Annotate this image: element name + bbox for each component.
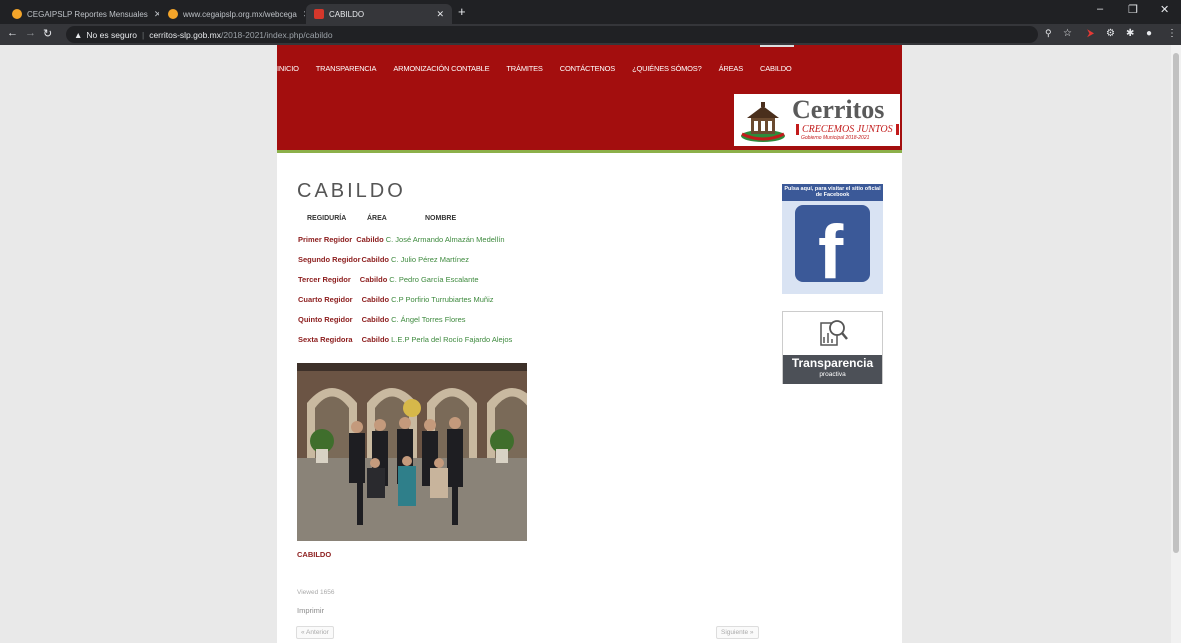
browser-tab-2[interactable]: www.cegaipslp.org.mx/webcega ✕ [160, 4, 305, 24]
account-icon[interactable]: ● [1146, 28, 1152, 39]
logo-slogan: CRECEMOS JUNTOS [796, 124, 899, 135]
nombre-cell: C. Pedro García Escalante [389, 275, 479, 284]
page-viewport: INICIO TRANSPARENCIA ARMONIZACIÓN CONTAB… [0, 45, 1181, 643]
cabildo-group-photo [297, 363, 527, 541]
nombre-cell: C. José Armando Almazán Medellín [385, 235, 505, 244]
table-row: Quinto Regidor Cabildo C. Ángel Torres F… [298, 315, 466, 324]
previous-button[interactable]: « Anterior [296, 626, 334, 639]
area-cell: Cabildo [359, 275, 388, 284]
close-icon[interactable]: ✕ [297, 9, 305, 20]
area-cell: Cabildo [356, 235, 384, 244]
document-search-icon [820, 320, 848, 346]
table-row: Segundo Regidor Cabildo C. Julio Pérez M… [298, 255, 469, 264]
active-menu-indicator [760, 45, 794, 47]
menu-item-transparencia[interactable]: TRANSPARENCIA [316, 64, 377, 73]
regiduria-cell: Primer Regidor [298, 235, 353, 244]
pdf-extension-icon[interactable]: ⮞ [1087, 28, 1094, 39]
regiduria-cell: Quinto Regidor [298, 315, 353, 324]
facebook-banner[interactable]: Pulsa aquí, para visitar el sitio oficia… [782, 184, 883, 294]
transparencia-label: Transparencia proactiva [783, 355, 882, 384]
next-button[interactable]: Siguiente » [716, 626, 759, 639]
favicon-icon [168, 9, 178, 19]
extension-icon[interactable]: ⚙ [1106, 28, 1115, 39]
regiduria-cell: Segundo Regidor [298, 255, 361, 264]
table-row: Sexta Regidora Cabildo L.E.P Perla del R… [298, 335, 512, 344]
tab-label: CABILDO [329, 9, 365, 19]
site-logo[interactable]: Cerritos CRECEMOS JUNTOS Gobierno Munici… [734, 94, 900, 146]
security-label: No es seguro [86, 29, 137, 40]
nombre-cell: C.P Porfirio Turrubiartes Muñiz [391, 295, 494, 304]
tab-label: CEGAIPSLP Reportes Mensuales [27, 9, 148, 19]
address-bar[interactable]: ▲ No es seguro | cerritos-slp.gob.mx /20… [66, 26, 1038, 43]
menu-item-contactenos[interactable]: CONTÁCTENOS [560, 64, 616, 73]
area-cell: Cabildo [361, 335, 390, 344]
header-regiduria: REGIDURÍA [307, 215, 347, 222]
menu-item-cabildo[interactable]: CABILDO [760, 64, 792, 73]
menu-item-areas[interactable]: ÁREAS [719, 64, 744, 73]
logo-government: Gobierno Municipal 2018-2021 [801, 135, 870, 141]
menu-item-inicio[interactable]: INICIO [277, 64, 299, 73]
kiosk-logo-icon [741, 102, 785, 142]
new-tab-button[interactable]: + [458, 4, 466, 19]
browser-tab-bar: CEGAIPSLP Reportes Mensuales ✕ www.cegai… [0, 0, 1181, 24]
regiduria-cell: Tercer Regidor [298, 275, 351, 284]
nombre-cell: C. Ángel Torres Flores [391, 315, 466, 324]
facebook-banner-text: Pulsa aquí, para visitar el sitio oficia… [782, 184, 883, 201]
page-scrollbar[interactable] [1171, 45, 1181, 643]
reload-icon[interactable]: ↻ [43, 27, 52, 40]
area-cell: Cabildo [361, 315, 390, 324]
star-icon[interactable]: ☆ [1063, 28, 1072, 39]
menu-icon[interactable]: ⋮ [1167, 28, 1177, 39]
menu-item-tramites[interactable]: TRÁMITES [506, 64, 543, 73]
puzzle-icon[interactable]: ✱ [1126, 28, 1134, 39]
transparencia-banner[interactable]: Transparencia proactiva [782, 311, 883, 384]
transparencia-title: Transparencia [791, 356, 874, 370]
area-cell: Cabildo [361, 295, 390, 304]
url-domain: cerritos-slp.gob.mx [149, 29, 222, 40]
header-nombre: NOMBRE [425, 215, 457, 222]
regiduria-cell: Sexta Regidora [298, 335, 353, 344]
site-header: INICIO TRANSPARENCIA ARMONIZACIÓN CONTAB… [277, 45, 902, 153]
nombre-cell: L.E.P Perla del Rocío Fajardo Alejos [391, 335, 513, 344]
warning-icon: ▲ [74, 29, 83, 40]
menu-item-quienes-somos[interactable]: ¿QUIÉNES SÓMOS? [632, 64, 702, 73]
scrollbar-thumb[interactable] [1173, 53, 1179, 553]
back-icon[interactable]: ← [7, 27, 18, 39]
facebook-icon: f [795, 205, 870, 282]
close-icon[interactable]: ✕ [148, 9, 159, 20]
zoom-icon[interactable]: ⚲ [1045, 28, 1052, 39]
photo-caption: CABILDO [297, 550, 332, 559]
close-icon[interactable]: ✕ [430, 9, 444, 20]
print-link[interactable]: Imprimir [297, 606, 324, 615]
main-menu: INICIO TRANSPARENCIA ARMONIZACIÓN CONTAB… [277, 64, 809, 73]
url-path: /2018-2021/index.php/cabildo [221, 29, 333, 40]
header-area: ÁREA [367, 215, 387, 222]
browser-tab-1[interactable]: CEGAIPSLP Reportes Mensuales ✕ [4, 4, 159, 24]
transparencia-subtitle: proactiva [819, 371, 846, 378]
logo-name: Cerritos [792, 95, 885, 124]
nombre-cell: C. Julio Pérez Martínez [391, 255, 469, 264]
close-window-icon[interactable]: ✕ [1160, 3, 1169, 16]
forward-icon[interactable]: → [25, 27, 36, 39]
site-container: INICIO TRANSPARENCIA ARMONIZACIÓN CONTAB… [277, 45, 902, 643]
regiduria-cell: Cuarto Regidor [298, 295, 353, 304]
restore-icon[interactable]: ❐ [1128, 3, 1138, 16]
area-cell: Cabildo [361, 255, 390, 264]
browser-toolbar: ← → ↻ ▲ No es seguro | cerritos-slp.gob.… [0, 24, 1181, 45]
menu-item-armonizacion[interactable]: ARMONIZACIÓN CONTABLE [393, 64, 489, 73]
tab-label: www.cegaipslp.org.mx/webcega [183, 9, 297, 19]
table-row: Cuarto Regidor Cabildo C.P Porfirio Turr… [298, 295, 494, 304]
minimize-icon[interactable]: – [1097, 3, 1103, 15]
browser-tab-3[interactable]: CABILDO ✕ [306, 4, 452, 24]
table-row: Primer Regidor Cabildo C. José Armando A… [298, 235, 505, 244]
table-row: Tercer Regidor Cabildo C. Pedro García E… [298, 275, 479, 284]
page-title: CABILDO [297, 180, 406, 202]
hits-counter: Viewed 1656 [297, 589, 335, 596]
favicon-icon [314, 9, 324, 19]
favicon-icon [12, 9, 22, 19]
